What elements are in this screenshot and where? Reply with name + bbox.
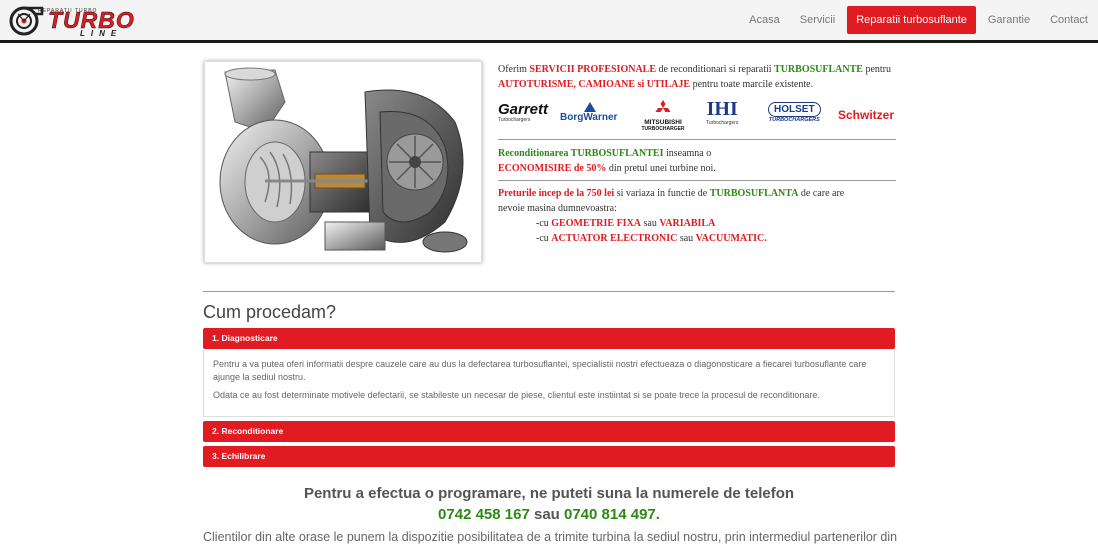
prices-highlight: ACTUATOR ELECTRONIC [551, 233, 678, 244]
accordion-echilibrare[interactable]: 3. Echilibrare [203, 446, 895, 467]
prices-text: sau [641, 218, 660, 229]
holset-name: HOLSET [768, 102, 821, 117]
prices-highlight: GEOMETRIE FIXA [551, 218, 642, 229]
intro-highlight: SERVICII PROFESIONALE [529, 64, 657, 75]
section-title: Cum procedam? [203, 302, 337, 322]
phone-link-1[interactable]: 0742 458 167 [438, 506, 530, 523]
schwitzer-logo: Schwitzer [838, 108, 894, 122]
nav-contact[interactable]: Contact [1040, 0, 1098, 40]
prices-text: de care are [798, 188, 845, 199]
divider [498, 139, 896, 140]
prices-highlight: VACUUMATIC. [695, 233, 767, 244]
intro-text: de reconditionari si reparatii [656, 64, 775, 75]
intro-highlight: AUTOTURISME, CAMIOANE si UTILAJE [498, 79, 691, 90]
borgwarner-logo: BorgWarner [560, 102, 617, 123]
section-divider [203, 291, 895, 292]
prices-highlight: VARIABILA [659, 218, 716, 229]
brand-logos: Garrett Turbochargers BorgWarner MITSUBI… [498, 98, 900, 132]
accordion-body-text: Pentru a va putea oferi informatii despr… [213, 359, 867, 382]
prices-option-actuator: -cu ACTUATOR ELECTRONIC sau VACUUMATIC. [498, 233, 767, 244]
prices-text: sau [677, 233, 696, 244]
accordion-diagnosticare[interactable]: 1. Diagnosticare [203, 328, 895, 349]
cta-and: sau [529, 506, 564, 523]
intro-highlight: TURBOSUFLANTE [774, 64, 863, 75]
prices-option-geometry: -cu GEOMETRIE FIXA sau VARIABILA [498, 218, 715, 229]
ihi-logo: IHI Turbochargers [706, 98, 738, 126]
accordion-diagnosticare-body: Pentru a va putea oferi informatii despr… [203, 350, 895, 417]
navbar: REPARATII TURBO TURBO LINE Acasa Servici… [0, 0, 1098, 43]
nav-garantie[interactable]: Garantie [978, 0, 1040, 40]
ihi-sub: Turbochargers [706, 120, 739, 126]
logo-sub-text: LINE [80, 29, 123, 38]
phone-link-2[interactable]: 0740 814 497 [564, 506, 656, 523]
garrett-logo: Garrett Turbochargers [498, 102, 548, 123]
accordion-reconditionare[interactable]: 2. Reconditionare [203, 421, 895, 442]
cta-phones: 0742 458 167 sau 0740 814 497. [203, 504, 895, 525]
intro-text: pentru toate marcile existente. [690, 79, 814, 90]
intro-text: pentru [862, 64, 891, 75]
call-to-action: Pentru a efectua o programare, ne puteti… [203, 483, 895, 525]
prices-text: si variaza in functie de [614, 188, 710, 199]
turbo-line-logo[interactable]: REPARATII TURBO TURBO LINE [8, 2, 140, 40]
prices-highlight: Preturile incep de la 750 lei [498, 188, 615, 199]
mitsubishi-diamonds-icon [655, 100, 671, 112]
turbocharger-cutaway-image [204, 61, 482, 263]
nav-links: Acasa Servicii Reparatii turbosuflante G… [739, 0, 1098, 40]
intro-text: Oferim [498, 64, 530, 75]
cta-end: . [655, 506, 660, 523]
divider [498, 180, 896, 181]
savings-paragraph: Reconditionarea TURBOSUFLANTEI inseamna … [498, 146, 898, 176]
nav-servicii[interactable]: Servicii [790, 0, 845, 40]
schwitzer-name: Schwitzer [838, 108, 895, 122]
mitsubishi-logo: MITSUBISHI TURBOCHARGER [632, 100, 694, 132]
mitsubishi-sub: TURBOCHARGER [641, 126, 685, 132]
savings-highlight: ECONOMISIRE de 50% [498, 163, 607, 174]
savings-text: inseamna o [663, 148, 712, 159]
savings-text: din pretul unei turbine noi. [606, 163, 716, 174]
savings-highlight: Reconditionarea TURBOSUFLANTEI [498, 148, 664, 159]
holset-logo: HOLSET TURBOCHARGERS [768, 102, 821, 123]
intro-paragraph: Oferim SERVICII PROFESIONALE de recondit… [498, 62, 898, 92]
borgwarner-emblem-icon [584, 102, 596, 112]
accordion-body-text: Odata ce au fost determinate motivele de… [213, 390, 820, 400]
cta-heading: Pentru a efectua o programare, ne puteti… [303, 485, 795, 502]
mitsubishi-name: MITSUBISHI [644, 119, 682, 126]
prices-text: nevoie masina dumnevoastra: [498, 203, 617, 214]
prices-highlight: TURBOSUFLANTA [709, 188, 799, 199]
prices-text: -cu [536, 218, 552, 229]
prices-text: -cu [536, 233, 552, 244]
holset-sub: TURBOCHARGERS [768, 117, 820, 123]
nav-acasa[interactable]: Acasa [739, 0, 790, 40]
garrett-name: Garrett [498, 101, 549, 118]
prices-paragraph: Preturile incep de la 750 lei si variaza… [498, 186, 898, 246]
ihi-name: IHI [706, 98, 738, 120]
turbocharger-illustration [219, 67, 468, 253]
nav-reparatii-turbosuflante[interactable]: Reparatii turbosuflante [847, 6, 976, 34]
shipping-info-text: Clientilor din alte orase le punem la di… [203, 530, 898, 544]
